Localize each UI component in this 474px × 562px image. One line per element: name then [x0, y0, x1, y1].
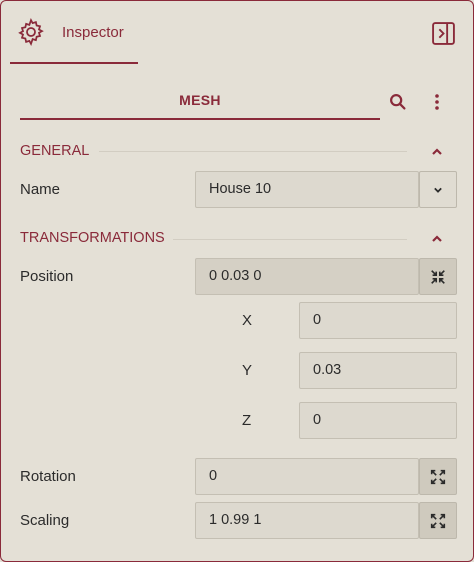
section-title-transformations: TRANSFORMATIONS: [20, 230, 165, 246]
chevron-down-icon: [434, 187, 442, 193]
collapse-icon: [431, 269, 445, 284]
name-dropdown-button[interactable]: [419, 171, 457, 208]
inspector-panel: Inspector MESH GENERAL Name House 10 TRA…: [0, 0, 474, 562]
collapse-vector-button[interactable]: [419, 258, 457, 295]
expand-icon: [430, 469, 446, 484]
scaling-field[interactable]: 1 0.99 1: [195, 502, 419, 539]
more-vertical-icon[interactable]: [427, 91, 447, 113]
section-divider: [99, 151, 407, 152]
name-field[interactable]: House 10: [195, 171, 419, 208]
search-icon[interactable]: [387, 91, 409, 113]
tab-inspector-label: Inspector: [62, 24, 124, 41]
chevron-up-icon[interactable]: [427, 142, 447, 162]
tab-inspector[interactable]: Inspector: [10, 11, 138, 64]
rotation-field[interactable]: 0: [195, 458, 419, 495]
position-z-input[interactable]: 0: [299, 402, 457, 439]
expand-rotation-button[interactable]: [419, 458, 457, 495]
position-y-input[interactable]: 0.03: [299, 352, 457, 389]
position-label: Position: [20, 268, 74, 285]
expand-scaling-button[interactable]: [419, 502, 457, 539]
scaling-label: Scaling: [20, 512, 70, 529]
chevron-up-icon[interactable]: [427, 229, 447, 249]
position-field[interactable]: 0 0.03 0: [195, 258, 419, 295]
tab-mesh[interactable]: MESH: [20, 83, 380, 120]
tab-mesh-label: MESH: [179, 92, 221, 108]
name-label: Name: [20, 181, 61, 198]
rotation-label: Rotation: [20, 468, 76, 485]
z-label: Z: [242, 412, 252, 429]
position-x-input[interactable]: 0: [299, 302, 457, 339]
section-divider: [173, 239, 407, 240]
sidebar-toggle-icon[interactable]: [431, 21, 456, 46]
section-title-general: GENERAL: [20, 143, 90, 159]
y-label: Y: [242, 362, 253, 379]
x-label: X: [242, 312, 253, 329]
expand-icon: [430, 513, 446, 528]
gear-icon: [18, 17, 44, 47]
